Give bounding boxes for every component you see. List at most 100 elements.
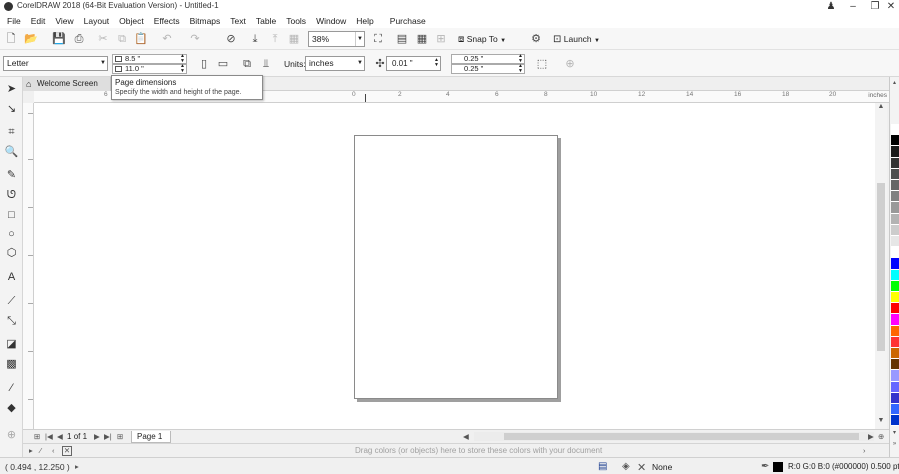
show-guidelines-icon[interactable]: ⊞ xyxy=(434,32,448,46)
vertical-ruler[interactable] xyxy=(23,103,34,429)
menu-bitmaps[interactable]: Bitmaps xyxy=(185,16,226,26)
palette-swatch[interactable] xyxy=(891,124,899,136)
show-rulers-icon[interactable]: ▤ xyxy=(395,32,409,46)
options-gear-icon[interactable]: ⚙ xyxy=(529,32,543,46)
tab-welcome-screen[interactable]: ⌂ Welcome Screen xyxy=(23,77,111,91)
palette-swatch[interactable] xyxy=(891,348,899,360)
palette-swatch[interactable] xyxy=(891,247,899,259)
units-select[interactable]: inches ▼ xyxy=(305,56,365,71)
open-icon[interactable]: 📂 xyxy=(24,32,38,46)
scroll-up-arrow-icon[interactable]: ▲ xyxy=(875,103,887,110)
eyedropper-icon[interactable]: ⁄ xyxy=(40,446,41,455)
palette-scroll-down-icon[interactable]: ▾ xyxy=(890,429,899,436)
all-pages-icon[interactable]: ⧉ xyxy=(240,57,254,71)
snap-to-dropdown[interactable]: ⧈ Snap To ▼ xyxy=(458,31,520,47)
menu-object[interactable]: Object xyxy=(114,16,149,26)
palette-swatch[interactable] xyxy=(891,392,899,404)
palette-swatch[interactable] xyxy=(891,415,899,427)
palette-swatch[interactable] xyxy=(891,280,899,292)
menu-tools[interactable]: Tools xyxy=(281,16,311,26)
current-page-icon[interactable]: ⫫ xyxy=(259,57,273,71)
freehand-tool-icon[interactable]: ✎ xyxy=(4,168,19,183)
palette-swatch[interactable] xyxy=(891,370,899,382)
palette-swatch[interactable] xyxy=(891,224,899,236)
search-content-icon[interactable]: ⊘ xyxy=(224,32,238,46)
palette-scroll-up-icon[interactable]: ▴ xyxy=(890,79,899,86)
color-eyedropper-icon[interactable]: ⁄ xyxy=(4,381,19,396)
scroll-down-arrow-icon[interactable]: ▼ xyxy=(875,417,887,424)
crop-tool-icon[interactable]: ⌗ xyxy=(4,125,19,140)
no-color-swatch-icon[interactable]: ✕ xyxy=(62,446,72,456)
copy-icon[interactable]: ⧉ xyxy=(115,32,129,46)
cut-icon[interactable]: ✂ xyxy=(96,32,110,46)
menu-view[interactable]: View xyxy=(50,16,78,26)
zoom-level-combo[interactable]: 38% ▼ xyxy=(308,31,365,47)
quick-customize-icon[interactable]: ⊕ xyxy=(4,428,19,443)
polygon-tool-icon[interactable]: ⬡ xyxy=(4,246,19,261)
page-size-select[interactable]: Letter ▼ xyxy=(3,56,108,71)
palette-swatch[interactable] xyxy=(891,135,899,147)
palette-swatch[interactable] xyxy=(891,381,899,393)
spinner-arrows-icon[interactable]: ▲ ▼ xyxy=(180,64,185,74)
palette-flyout-icon[interactable]: » xyxy=(890,441,899,447)
full-screen-icon[interactable]: ⛶ xyxy=(371,32,385,46)
landscape-icon[interactable]: ▭ xyxy=(216,57,230,71)
drawing-canvas[interactable] xyxy=(34,103,875,429)
palette-swatch[interactable] xyxy=(891,314,899,326)
ellipse-tool-icon[interactable]: ○ xyxy=(4,227,19,242)
close-button[interactable]: ✕ xyxy=(880,0,899,13)
minimize-button[interactable]: – xyxy=(842,0,864,13)
transparency-tool-icon[interactable]: ▩ xyxy=(4,357,19,372)
show-grid-icon[interactable]: ▦ xyxy=(415,32,429,46)
parallel-dimension-icon[interactable]: ⟋ xyxy=(4,294,19,309)
drop-shadow-icon[interactable]: ◪ xyxy=(4,337,19,352)
menu-layout[interactable]: Layout xyxy=(79,16,115,26)
palette-swatch[interactable] xyxy=(891,213,899,225)
artistic-media-icon[interactable]: ᘎ xyxy=(4,188,19,203)
page-height-field[interactable]: 11.0 " ▲ ▼ xyxy=(112,64,187,74)
connector-tool-icon[interactable]: ⤡ xyxy=(4,314,19,329)
scroll-right-arrow-icon[interactable]: ▶ xyxy=(868,432,874,441)
duplicate-y-field[interactable]: 0.25 " ▲ ▼ xyxy=(451,64,525,74)
scroll-left-icon[interactable]: ‹ xyxy=(52,446,55,455)
spinner-arrows-icon[interactable]: ▲ ▼ xyxy=(518,64,523,74)
palette-swatch[interactable] xyxy=(891,303,899,315)
rectangle-tool-icon[interactable]: □ xyxy=(4,208,19,223)
last-page-icon[interactable]: ▶| xyxy=(104,432,112,441)
page-width-field[interactable]: 8.5 " ▲ ▼ xyxy=(112,54,187,64)
import-icon[interactable]: ⤓ xyxy=(248,32,262,46)
paste-icon[interactable]: 📋 xyxy=(134,32,148,46)
menu-text[interactable]: Text xyxy=(225,16,251,26)
page-options-icon[interactable]: ⊞ xyxy=(34,432,40,441)
palette-swatch[interactable] xyxy=(891,157,899,169)
menu-table[interactable]: Table xyxy=(251,16,281,26)
palette-swatch[interactable] xyxy=(891,168,899,180)
horizontal-scroll-thumb[interactable] xyxy=(504,433,859,440)
document-page[interactable] xyxy=(354,135,558,399)
pick-tool-icon[interactable]: ➤ xyxy=(4,82,19,97)
vertical-scrollbar[interactable]: ▲ ▼ xyxy=(875,103,887,429)
outline-pen-icon[interactable]: ✒ xyxy=(761,461,769,472)
menu-help[interactable]: Help xyxy=(351,16,378,26)
palette-swatch[interactable] xyxy=(891,202,899,214)
new-document-icon[interactable]: 🗋 xyxy=(4,32,18,46)
palette-swatch[interactable] xyxy=(891,180,899,192)
save-icon[interactable]: 💾 xyxy=(52,32,66,46)
interactive-fill-icon[interactable]: ◆ xyxy=(4,401,19,416)
menu-file[interactable]: File xyxy=(2,16,26,26)
previous-page-icon[interactable]: ◀ xyxy=(57,432,63,441)
print-icon[interactable]: ⎙ xyxy=(72,32,86,46)
zoom-tool-icon[interactable]: 🔍 xyxy=(4,145,19,160)
document-color-settings-icon[interactable]: ▤ xyxy=(598,461,607,472)
palette-swatch[interactable] xyxy=(891,404,899,416)
palette-swatch[interactable] xyxy=(891,325,899,337)
portrait-icon[interactable]: ▯ xyxy=(197,57,211,71)
text-tool-icon[interactable]: A xyxy=(4,270,19,285)
vertical-scroll-thumb[interactable] xyxy=(877,183,885,351)
undo-icon[interactable]: ↶ xyxy=(160,32,174,46)
menu-window[interactable]: Window xyxy=(311,16,351,26)
zoom-navigator-icon[interactable]: ⊕ xyxy=(878,432,884,441)
treat-as-filled-icon[interactable]: ⬚ xyxy=(535,57,549,71)
menu-edit[interactable]: Edit xyxy=(26,16,51,26)
fill-icon[interactable]: ◈ xyxy=(622,461,630,472)
